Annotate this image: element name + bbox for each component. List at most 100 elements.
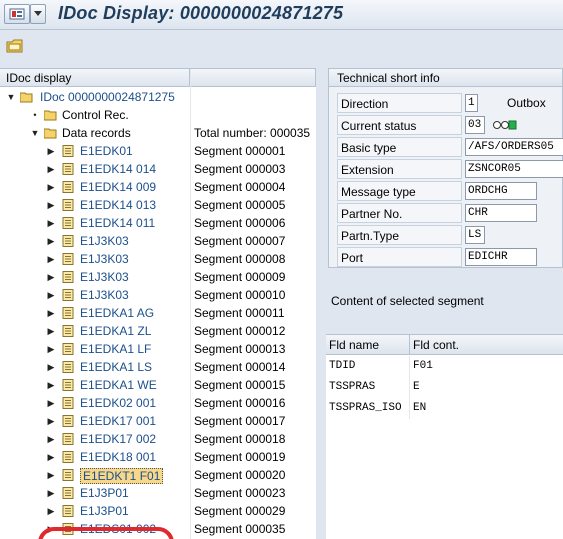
field-content-cell: E [413,381,420,393]
segment-name[interactable]: E1J3K03 [80,250,129,268]
expanded-triangle-icon[interactable]: ▼ [6,88,16,106]
folder-open-icon [20,92,33,103]
segment-row[interactable]: ▶ E1EDK14 013 Segment 000005 [0,196,316,214]
table-row[interactable]: TDID F01 [326,356,563,377]
segment-name[interactable]: E1EDK14 009 [80,178,156,196]
collapsed-triangle-icon[interactable]: ▶ [46,430,56,448]
segment-row[interactable]: ▶ E1EDK02 001 Segment 000016 [0,394,316,412]
segment-row[interactable]: ▶ E1EDK14 014 Segment 000003 [0,160,316,178]
collapsed-triangle-icon[interactable]: ▶ [46,358,56,376]
segment-name[interactable]: E1EDKA1 AG [80,304,154,322]
message-type-label: Message type [337,181,462,201]
tree-column-header-2[interactable] [190,69,316,87]
document-icon [62,307,74,319]
collapsed-triangle-icon[interactable]: ▶ [46,394,56,412]
segment-name[interactable]: E1EDKT1 F01 [80,468,164,484]
table-row[interactable]: TSSPRAS_ISO EN [326,398,563,419]
segment-name[interactable]: E1EDK02 001 [80,394,156,412]
collapsed-triangle-icon[interactable]: ▶ [46,322,56,340]
expanded-triangle-icon[interactable]: ▼ [30,124,40,142]
segment-name[interactable]: E1EDK14 014 [80,160,156,178]
segment-row[interactable]: ▶ E1EDK18 001 Segment 000019 [0,448,316,466]
segment-row[interactable]: ▶ E1J3K03 Segment 000010 [0,286,316,304]
collapsed-triangle-icon[interactable]: ▶ [46,448,56,466]
segment-name[interactable]: E1EDKA1 LS [80,358,152,376]
segment-row[interactable]: ▶ E1EDK14 011 Segment 000006 [0,214,316,232]
segment-name[interactable]: E1EDKA1 LF [80,340,151,358]
segment-row[interactable]: ▶ E1EDKA1 ZL Segment 000012 [0,322,316,340]
segment-row[interactable]: ▶ E1EDK17 001 Segment 000017 [0,412,316,430]
collapsed-triangle-icon[interactable]: ▶ [46,178,56,196]
collapsed-triangle-icon[interactable]: ▶ [46,376,56,394]
segment-row[interactable]: ▶ E1EDKA1 WE Segment 000015 [0,376,316,394]
document-icon [62,289,74,301]
collapsed-triangle-icon[interactable]: ▶ [46,250,56,268]
segment-row[interactable]: ▶ E1J3P01 Segment 000029 [0,502,316,520]
segment-row[interactable]: ▶ E1J3K03 Segment 000007 [0,232,316,250]
segment-number: Segment 000029 [194,504,286,518]
data-records-label[interactable]: Data records [62,124,131,142]
segment-name[interactable]: E1EDKA1 WE [80,376,157,394]
segment-row[interactable]: ▶ E1EDKA1 LS Segment 000014 [0,358,316,376]
highlight-circle [38,527,174,539]
segment-row[interactable]: ▶ E1EDKT1 F01 Segment 000020 [0,466,316,484]
document-icon [62,271,74,283]
collapsed-triangle-icon[interactable]: ▶ [46,412,56,430]
collapsed-triangle-icon[interactable]: ▶ [46,304,56,322]
segment-name[interactable]: E1EDK18 001 [80,448,156,466]
tree-node-control-rec[interactable]: • Control Rec. [0,106,316,124]
collapsed-triangle-icon[interactable]: ▶ [46,502,56,520]
segment-row[interactable]: ▶ E1J3K03 Segment 000009 [0,268,316,286]
collapsed-triangle-icon[interactable]: ▶ [46,160,56,178]
segment-name[interactable]: E1EDK17 002 [80,430,156,448]
segment-row[interactable]: ▶ E1EDKA1 LF Segment 000013 [0,340,316,358]
other-idoc-button[interactable] [6,37,24,55]
collapsed-triangle-icon[interactable]: ▶ [46,286,56,304]
collapsed-triangle-icon[interactable]: ▶ [46,196,56,214]
menu-button[interactable] [4,4,30,24]
segment-name[interactable]: E1J3K03 [80,232,129,250]
status-lights-icon [493,120,517,130]
table-row[interactable]: TSSPRAS E [326,377,563,398]
segment-row[interactable]: ▶ E1EDK14 009 Segment 000004 [0,178,316,196]
segment-name[interactable]: E1J3K03 [80,268,129,286]
segment-row[interactable]: ▶ E1J3K03 Segment 000008 [0,250,316,268]
segment-row[interactable]: ▶ E1J3P01 Segment 000023 [0,484,316,502]
document-icon [62,415,74,427]
partn-type-field: LS [465,226,485,244]
idoc-number-label[interactable]: IDoc 0000000024871275 [40,88,175,106]
segment-number: Segment 000018 [194,432,286,446]
control-rec-label[interactable]: Control Rec. [62,106,129,124]
segment-name[interactable]: E1EDKA1 ZL [80,322,151,340]
collapsed-triangle-icon[interactable]: ▶ [46,466,56,484]
segment-name[interactable]: E1J3P01 [80,502,129,520]
segment-number: Segment 000009 [194,270,286,284]
field-name-header[interactable]: Fld name [326,335,410,355]
collapsed-triangle-icon[interactable]: ▶ [46,214,56,232]
idoc-tree-panel: IDoc display ▼ IDoc 0000000024871275 • C… [0,68,316,539]
segment-name[interactable]: E1J3K03 [80,286,129,304]
segment-name[interactable]: E1EDK17 001 [80,412,156,430]
segment-row[interactable]: ▶ E1EDK17 002 Segment 000018 [0,430,316,448]
dropdown-button[interactable] [30,4,46,24]
tree-column-header[interactable]: IDoc display [0,69,190,87]
collapsed-triangle-icon[interactable]: ▶ [46,484,56,502]
collapsed-triangle-icon[interactable]: ▶ [46,142,56,160]
tree-node-data-records[interactable]: ▼ Data records Total number: 000035 [0,124,316,142]
segment-name[interactable]: E1EDK14 011 [80,214,155,232]
field-content-header[interactable]: Fld cont. [410,335,563,355]
collapsed-triangle-icon[interactable]: ▶ [46,232,56,250]
detail-panel: Technical short info Direction 1 Outbox … [318,68,563,539]
collapsed-triangle-icon[interactable]: ▶ [46,268,56,286]
tree-root-node[interactable]: ▼ IDoc 0000000024871275 [0,88,316,106]
segment-number: Segment 000010 [194,288,286,302]
collapsed-triangle-icon[interactable]: ▶ [46,340,56,358]
segment-row[interactable]: ▶ E1EDK01 Segment 000001 [0,142,316,160]
segment-number: Segment 000001 [194,144,286,158]
folder-icon [44,110,57,121]
segment-name[interactable]: E1J3P01 [80,484,129,502]
field-content-cell: EN [413,402,427,414]
segment-name[interactable]: E1EDK01 [80,142,133,160]
segment-name[interactable]: E1EDK14 013 [80,196,156,214]
segment-row[interactable]: ▶ E1EDKA1 AG Segment 000011 [0,304,316,322]
